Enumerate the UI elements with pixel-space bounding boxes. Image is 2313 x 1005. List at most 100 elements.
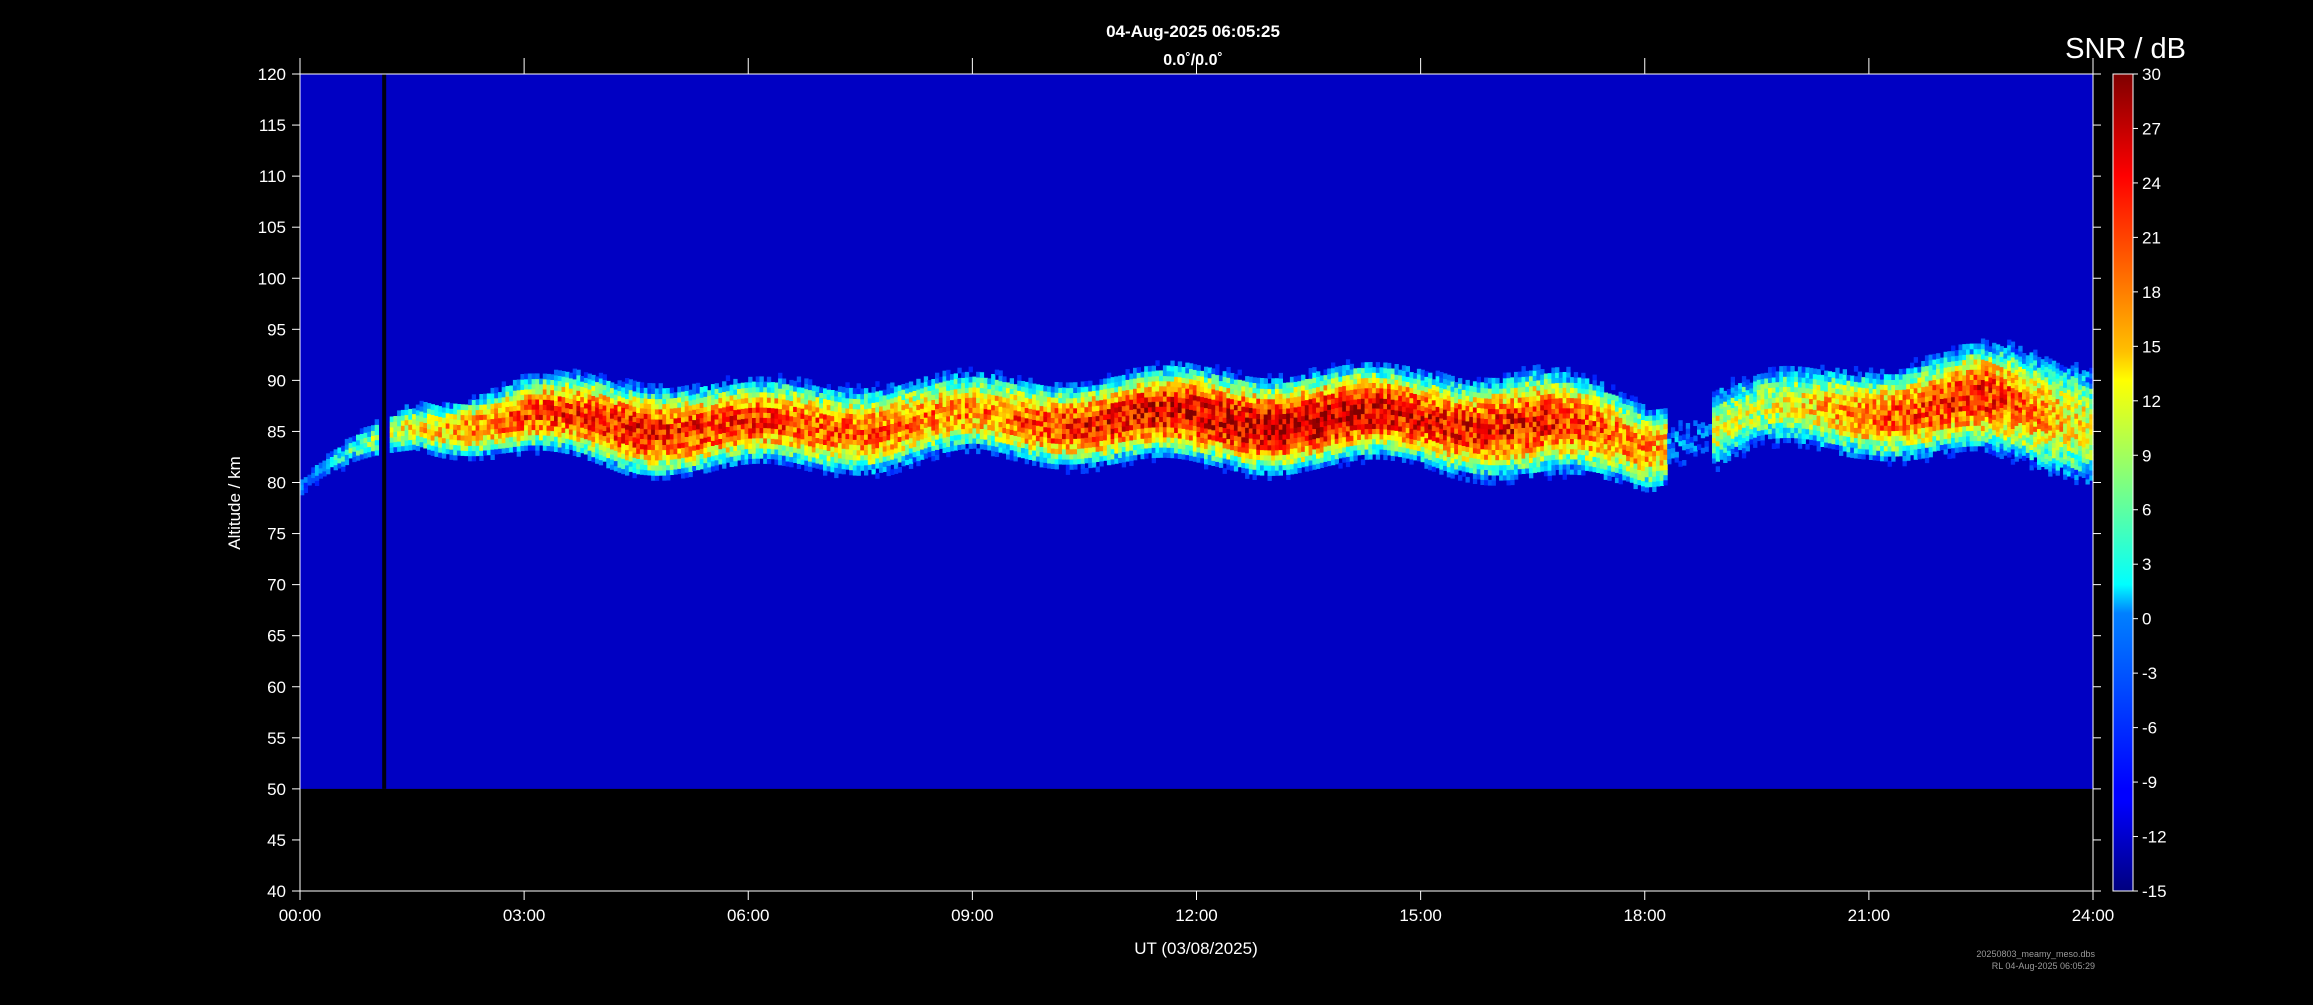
heatmap-cell	[1020, 421, 1026, 428]
heatmap-cell	[957, 398, 962, 404]
heatmap-cell	[580, 406, 585, 413]
heatmap-cell	[561, 376, 566, 382]
heatmap-cell	[501, 406, 506, 413]
heatmap-cell	[1039, 395, 1044, 401]
heatmap-cell	[927, 436, 932, 442]
heatmap-cell	[1192, 369, 1198, 375]
heatmap-cell	[1304, 409, 1310, 416]
heatmap-cell	[344, 459, 350, 466]
heatmap-cell	[1472, 442, 1478, 449]
heatmap-cell	[1204, 382, 1209, 388]
heatmap-cell	[1349, 394, 1354, 401]
heatmap-cell	[1136, 387, 1141, 394]
heatmap-cell	[1312, 372, 1317, 378]
heatmap-cell	[1428, 372, 1433, 379]
heatmap-cell	[856, 459, 861, 466]
heatmap-cell	[303, 482, 308, 488]
heatmap-cell	[666, 464, 671, 471]
heatmap-cell	[1013, 435, 1018, 441]
heatmap-cell	[554, 369, 559, 376]
heatmap-cell	[1267, 424, 1272, 430]
heatmap-cell	[486, 398, 492, 405]
heatmap-cell	[1364, 387, 1369, 394]
heatmap-cell	[1002, 427, 1007, 434]
heatmap-cell	[998, 380, 1003, 387]
heatmap-cell	[1133, 444, 1138, 451]
heatmap-cell	[1020, 411, 1026, 418]
heatmap-cell	[837, 437, 843, 444]
heatmap-cell	[1039, 451, 1044, 458]
heatmap-cell	[1080, 386, 1085, 393]
heatmap-cell	[568, 444, 574, 450]
heatmap-cell	[456, 404, 462, 410]
heatmap-cell	[329, 456, 335, 463]
heatmap-cell	[1278, 424, 1283, 430]
heatmap-cell	[748, 387, 753, 393]
heatmap-cell	[1155, 426, 1160, 433]
heatmap-cell	[666, 413, 671, 420]
heatmap-cell	[1058, 412, 1063, 419]
heatmap-cell	[864, 388, 869, 394]
heatmap-cell	[912, 395, 917, 402]
heatmap-cell	[1084, 411, 1089, 418]
heatmap-cell	[595, 442, 600, 449]
heatmap-cell	[359, 453, 365, 460]
heatmap-cell	[1487, 433, 1493, 440]
heatmap-cell	[1133, 378, 1138, 384]
heatmap-cell	[1469, 467, 1474, 474]
heatmap-cell	[1024, 407, 1029, 414]
heatmap-cell	[1327, 440, 1332, 446]
heatmap-cell	[845, 392, 850, 399]
heatmap-cell	[1192, 451, 1198, 457]
heatmap-cell	[606, 437, 611, 443]
heatmap-cell	[710, 445, 716, 452]
heatmap-cell	[1174, 452, 1179, 459]
heatmap-cell	[1050, 427, 1056, 434]
heatmap-cell	[1196, 421, 1201, 427]
heatmap-cell	[1159, 421, 1164, 428]
heatmap-cell	[935, 428, 940, 435]
heatmap-cell	[1443, 404, 1448, 410]
heatmap-cell	[800, 408, 805, 414]
heatmap-cell	[1390, 419, 1395, 426]
heatmap-cell	[916, 419, 921, 426]
heatmap-cell	[953, 373, 958, 380]
heatmap-cell	[1390, 429, 1395, 436]
heatmap-cell	[595, 417, 600, 423]
heatmap-cell	[1431, 404, 1437, 411]
heatmap-cell	[1379, 398, 1384, 404]
heatmap-cell	[1461, 455, 1466, 462]
heatmap-cell	[785, 420, 790, 426]
heatmap-cell	[1241, 452, 1246, 458]
heatmap-cell	[516, 410, 521, 416]
heatmap-cell	[864, 398, 869, 405]
heatmap-cell	[1204, 453, 1209, 460]
heatmap-cell	[1256, 403, 1261, 409]
heatmap-cell	[935, 439, 940, 445]
heatmap-cell	[733, 414, 738, 421]
heatmap-cell	[520, 419, 525, 426]
heatmap-cell	[1118, 396, 1123, 402]
heatmap-cell	[710, 425, 716, 431]
heatmap-cell	[1353, 404, 1358, 410]
heatmap-cell	[1170, 401, 1175, 408]
heatmap-cell	[834, 400, 839, 407]
heatmap-cell	[669, 408, 675, 414]
heatmap-cell	[759, 381, 764, 388]
heatmap-cell	[1118, 411, 1123, 418]
heatmap-cell	[1103, 455, 1108, 461]
heatmap-cell	[479, 434, 484, 441]
heatmap-cell	[923, 396, 929, 403]
heatmap-cell	[1387, 383, 1392, 389]
heatmap-cell	[722, 417, 727, 423]
heatmap-cell	[464, 435, 469, 441]
heatmap-cell	[1136, 382, 1141, 389]
heatmap-cell	[625, 459, 630, 466]
heatmap-cell	[1271, 414, 1276, 420]
heatmap-cell	[1233, 399, 1239, 406]
heatmap-cell	[587, 439, 592, 446]
heatmap-cell	[1424, 458, 1429, 464]
heatmap-cell	[557, 406, 562, 412]
heatmap-cell	[1118, 436, 1123, 443]
heatmap-cell	[1461, 445, 1466, 452]
